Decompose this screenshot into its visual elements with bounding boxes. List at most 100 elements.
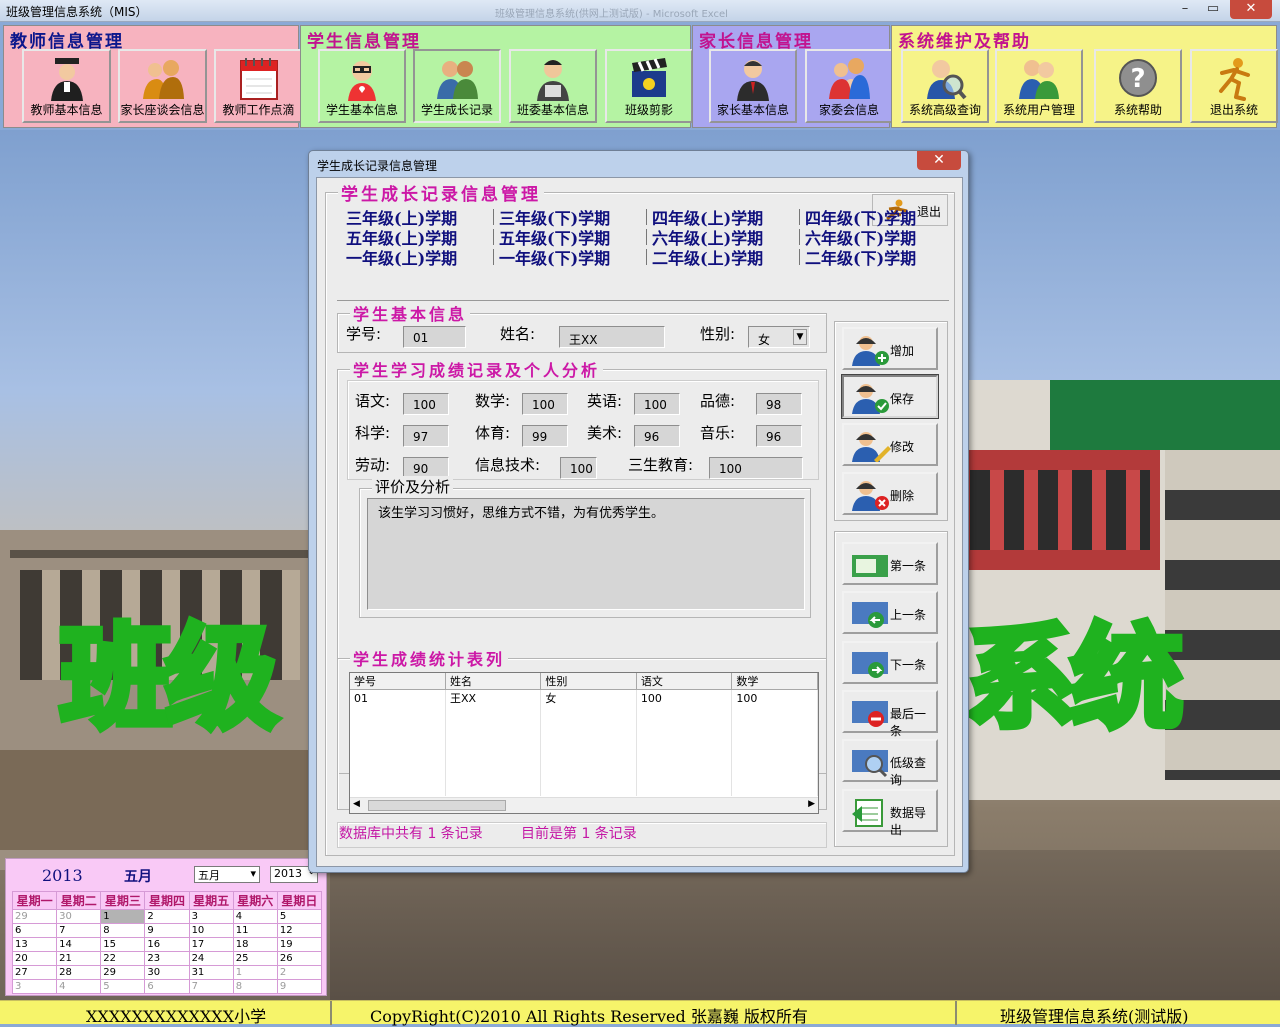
toolbar-button-parent[interactable]: 家长基本信息 (709, 49, 797, 123)
maximize-button[interactable]: ▭ (1199, 0, 1227, 19)
calendar-day[interactable]: 15 (100, 937, 146, 952)
toolbar-button-parents-meeting[interactable]: 家长座谈会信息 (118, 49, 207, 123)
table-row[interactable] (350, 706, 818, 721)
calendar-day[interactable]: 9 (144, 923, 190, 938)
calendar-day[interactable]: 5 (100, 979, 146, 994)
score-field[interactable]: 96 (634, 425, 680, 447)
scroll-left-icon[interactable]: ◀ (353, 799, 360, 809)
calendar-day[interactable]: 23 (144, 951, 190, 966)
toolbar-button-users[interactable]: 系统用户管理 (995, 49, 1083, 123)
tab-semester[interactable]: 二年级(下)学期 (805, 245, 916, 269)
calendar-day[interactable]: 30 (144, 965, 190, 980)
toolbar-button-growth-record[interactable]: 学生成长记录 (413, 49, 501, 123)
calendar-day[interactable]: 30 (56, 909, 102, 924)
dialog-close-button[interactable]: ✕ (917, 151, 961, 170)
calendar-day[interactable]: 27 (11, 965, 58, 980)
action-button-delete-user[interactable]: 删除 (842, 472, 938, 515)
table-row[interactable] (350, 751, 818, 766)
table-row[interactable] (350, 781, 818, 796)
nav-button-next-record[interactable]: 下一条 (842, 641, 938, 684)
calendar-day[interactable]: 6 (11, 923, 58, 938)
toolbar-button-search-user[interactable]: 系统高级查询 (901, 49, 989, 123)
calendar-day[interactable]: 7 (188, 979, 234, 994)
calendar-day[interactable]: 14 (56, 937, 102, 952)
tab-semester[interactable]: 一年级(上)学期 (346, 245, 457, 269)
score-field[interactable]: 100 (560, 457, 597, 479)
calendar-day[interactable]: 1 (100, 909, 146, 924)
calendar-day[interactable]: 19 (276, 937, 323, 952)
toolbar-button-class-committee[interactable]: 班委基本信息 (509, 49, 597, 123)
tab-semester[interactable]: 二年级(上)学期 (652, 245, 763, 269)
calendar-day[interactable]: 4 (56, 979, 102, 994)
horizontal-scrollbar[interactable]: ◀ ▶ (350, 797, 818, 813)
toolbar-button-clapperboard[interactable]: 班级剪影 (605, 49, 693, 123)
calendar-day[interactable]: 18 (232, 937, 278, 952)
action-button-save-user[interactable]: 保存 (841, 374, 939, 419)
calendar-day[interactable]: 6 (144, 979, 190, 994)
calendar-day[interactable]: 13 (11, 937, 58, 952)
student-id-field[interactable]: 01 (403, 326, 466, 348)
calendar-day[interactable]: 7 (56, 923, 102, 938)
calendar-day[interactable]: 8 (100, 923, 146, 938)
scroll-right-icon[interactable]: ▶ (808, 799, 815, 809)
gender-select[interactable]: 女 ▼ (748, 326, 810, 348)
nav-button-export[interactable]: 数据导出 (842, 789, 938, 837)
close-window-button[interactable]: ✕ (1230, 0, 1272, 19)
calendar-day[interactable]: 1 (232, 965, 278, 980)
table-column-header[interactable]: 姓名 (445, 673, 542, 690)
score-field[interactable]: 100 (403, 393, 449, 415)
score-field[interactable]: 100 (522, 393, 568, 415)
calendar-month-select[interactable]: 五月 ▾ (194, 866, 260, 883)
nav-button-last-record[interactable]: 最后一条 (842, 690, 938, 738)
nav-button-previous-record[interactable]: 上一条 (842, 591, 938, 634)
calendar-day[interactable]: 26 (276, 951, 323, 966)
toolbar-button-teacher[interactable]: 教师基本信息 (22, 49, 111, 123)
table-column-header[interactable]: 语文 (636, 673, 733, 690)
minimize-button[interactable]: – (1171, 0, 1199, 19)
calendar-day[interactable]: 17 (188, 937, 234, 952)
score-field[interactable]: 98 (756, 393, 802, 415)
calendar-day[interactable]: 22 (100, 951, 146, 966)
score-field[interactable]: 100 (634, 393, 680, 415)
calendar-day[interactable]: 29 (11, 909, 58, 924)
calendar-day[interactable]: 16 (144, 937, 190, 952)
score-field[interactable]: 99 (522, 425, 568, 447)
action-button-add-user[interactable]: 增加 (842, 327, 938, 370)
calendar-day[interactable]: 9 (276, 979, 323, 994)
toolbar-button-parent-committee[interactable]: 家委会信息 (805, 49, 893, 123)
calendar-day[interactable]: 4 (232, 909, 278, 924)
calendar-day[interactable]: 20 (11, 951, 58, 966)
nav-button-first-record[interactable]: 第一条 (842, 542, 938, 585)
score-field[interactable]: 97 (403, 425, 449, 447)
score-field[interactable]: 96 (756, 425, 802, 447)
toolbar-button-help[interactable]: ? 系统帮助 (1094, 49, 1182, 123)
calendar-day[interactable]: 8 (232, 979, 278, 994)
table-row[interactable]: 01 王XX 女 100 100 (350, 689, 818, 706)
table-column-header[interactable]: 学号 (350, 673, 446, 690)
calendar-day[interactable]: 2 (276, 965, 323, 980)
action-button-edit-user[interactable]: 修改 (842, 423, 938, 466)
calendar-day[interactable]: 2 (144, 909, 190, 924)
calendar-day[interactable]: 5 (276, 909, 323, 924)
calendar-day[interactable]: 12 (276, 923, 323, 938)
table-column-header[interactable]: 数学 (731, 673, 818, 690)
nav-button-query[interactable]: 低级查询 (842, 739, 938, 787)
scroll-thumb[interactable] (368, 800, 506, 811)
comment-textarea[interactable]: 该生学习习惯好，思维方式不错，为有优秀学生。 (367, 498, 805, 610)
stats-table[interactable]: 学号 姓名 性别 语文 数学 01 王XX 女 100 100 ◀ ▶ (349, 672, 819, 814)
calendar-day[interactable]: 11 (232, 923, 278, 938)
calendar-day[interactable]: 31 (188, 965, 234, 980)
toolbar-button-calendar[interactable]: 教师工作点滴 (214, 49, 303, 123)
calendar-day[interactable]: 3 (11, 979, 58, 994)
table-row[interactable] (350, 721, 818, 736)
calendar-day[interactable]: 24 (188, 951, 234, 966)
tab-semester[interactable]: 一年级(下)学期 (499, 245, 610, 269)
table-column-header[interactable]: 性别 (540, 673, 637, 690)
table-row[interactable] (350, 736, 818, 751)
student-name-field[interactable]: 王XX (559, 326, 665, 348)
score-field[interactable]: 100 (709, 457, 803, 479)
table-row[interactable] (350, 766, 818, 781)
calendar-day[interactable]: 28 (56, 965, 102, 980)
toolbar-button-exit[interactable]: 退出系统 (1190, 49, 1278, 123)
calendar-day[interactable]: 3 (188, 909, 234, 924)
